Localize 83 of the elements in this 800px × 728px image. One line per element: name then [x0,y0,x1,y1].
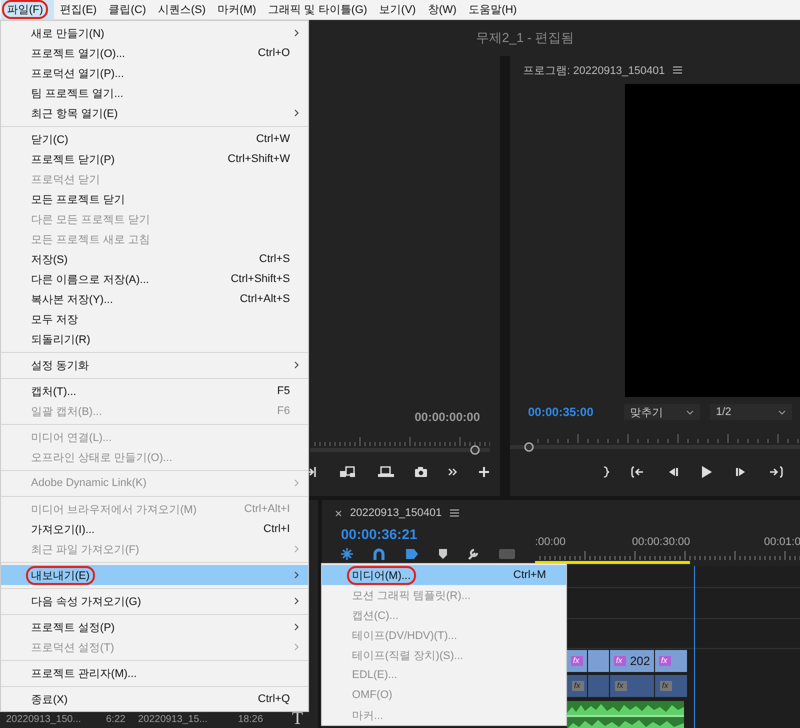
wrench-icon[interactable] [467,548,479,560]
menu-bar-item[interactable]: 보기(V) [373,0,422,19]
menu-bar-item[interactable]: 창(W) [422,0,463,19]
menu-item[interactable]: 종료(X) Ctrl+Q [1,689,308,709]
more-icon[interactable] [448,468,458,476]
linked-clip[interactable] [588,675,609,697]
menu-item[interactable]: 프로젝트 열기(O)... Ctrl+O [1,43,308,63]
zoom-dropdown[interactable]: 맞추기 [624,404,700,420]
camera-icon[interactable] [414,466,428,478]
window-title: 무제2_1 - 편집됨 [476,29,574,47]
ruler-label: :00:00 [535,536,566,548]
menu-item[interactable]: 복사본 저장(Y)... Ctrl+Alt+S [1,289,308,309]
marker-icon[interactable] [439,549,447,559]
ruler-label: 00:01:0 [764,536,800,548]
clip-label: 202 [630,654,650,668]
go-to-out-icon[interactable] [769,466,783,478]
video-clip[interactable] [588,650,609,672]
menu-bar-item[interactable]: 그래픽 및 타이틀(G) [262,0,374,19]
menu-item[interactable]: 저장(S) Ctrl+S [1,249,308,269]
effect-badge: fx [571,656,583,666]
step-back-icon[interactable] [667,466,679,478]
timecode: 00:00:35:00 [528,405,594,419]
resolution-dropdown[interactable]: 1/2 [710,404,792,420]
table-cell: 20220913_150... [6,714,82,725]
menu-item[interactable]: 프로덕션 열기(P)... [1,63,308,83]
chevron-icon [686,410,694,414]
timecode: 00:00:00:00 [414,410,480,424]
menu-bar-item[interactable]: 마커(M) [212,0,262,19]
effect-badge: fx [615,681,627,691]
effect-badge: fx [572,681,584,691]
magnet-icon[interactable] [373,548,385,560]
add-icon[interactable] [478,466,490,478]
linked-selection-icon[interactable] [405,548,419,560]
video-clip[interactable]: fx [655,650,687,672]
panel-title: 프로그램: 20220913_150401 [523,64,665,78]
menu-item[interactable]: 되돌리기(R) [1,329,308,349]
snowflake-icon[interactable] [341,548,353,560]
menu-item[interactable]: 최근 항목 열기(E) [1,103,308,123]
menu-item[interactable]: 설정 동기화 [1,355,308,375]
video-clip[interactable]: fx [567,650,587,672]
chevron-icon [778,410,786,414]
thumbnail-text: T [292,708,303,728]
menu-item[interactable]: 미디어(M)... Ctrl+M [322,565,566,585]
menu-item[interactable]: 다른 이름으로 저장(A)... Ctrl+Shift+S [1,269,308,289]
menu-item[interactable]: 가져오기(I)... Ctrl+I [1,519,308,539]
video-clip[interactable]: fx 202 [610,650,654,672]
table-cell: 18:26 [238,714,264,725]
menu-item[interactable]: 프로젝트 닫기(P) Ctrl+Shift+W [1,149,308,169]
sequence-tab[interactable]: 20220913_150401 [350,507,442,519]
menu-item[interactable]: 다음 속성 가져오기(G) [1,591,308,611]
play-icon[interactable] [701,465,713,479]
menu-bar-item[interactable]: 편집(E) [54,0,103,19]
timecode: 00:00:36:21 [341,526,418,542]
menu-item[interactable]: 캡처(T)... F5 [1,381,308,401]
menu-item[interactable]: 프로젝트 관리자(M)... [1,663,308,683]
menu-icon[interactable] [450,509,459,517]
menu-item[interactable]: 모든 프로젝트 닫기 [1,189,308,209]
table-cell: 6:22 [106,714,126,725]
menu-item[interactable]: 프로젝트 설정(P) [1,617,308,637]
menu-item[interactable]: 새로 만들기(N) [1,23,308,43]
menu-bar-item[interactable]: 도움말(H) [462,0,523,19]
menu-item[interactable]: 모두 저장 [1,309,308,329]
go-to-in-icon[interactable] [631,466,645,478]
insert-clip-icon[interactable] [338,466,357,478]
linked-clip[interactable]: fx [610,675,654,697]
table-cell: 20220913_15... [138,714,208,725]
mark-out-icon[interactable] [603,466,609,478]
overwrite-icon[interactable] [376,466,395,478]
close-icon[interactable] [335,510,342,516]
ruler-label: 00:00:30:00 [632,536,690,548]
effect-badge: fx [660,681,672,691]
menu-item[interactable]: 팀 프로젝트 열기... [1,83,308,103]
linked-clip[interactable]: fx [567,675,587,697]
menu-bar-item[interactable]: 시퀀스(S) [152,0,212,19]
menu-item[interactable]: 닫기(C) Ctrl+W [1,129,308,149]
menu-item[interactable]: 내보내기(E) [1,565,308,585]
effect-badge: fx [614,656,626,666]
menu-bar-item[interactable]: 클립(C) [102,0,152,19]
menu-bar-item[interactable]: 파일(F) [1,0,54,19]
linked-clip[interactable]: fx [655,675,687,697]
step-forward-icon[interactable] [735,466,747,478]
menu-icon[interactable] [672,66,682,74]
effect-badge: fx [659,656,671,666]
